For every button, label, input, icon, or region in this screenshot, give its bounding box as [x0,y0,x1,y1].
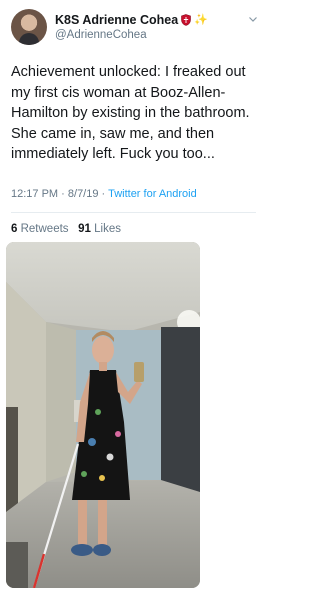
likes-label: Likes [94,223,121,235]
bathroom-selfie-image [6,242,200,588]
meta-separator: · [61,188,65,200]
retweets-count: 6 [11,223,18,235]
divider [11,212,256,213]
likes-count: 91 [78,223,91,235]
likes-stat[interactable]: 91 Likes [78,223,121,235]
avatar[interactable] [11,9,47,45]
sparkles-icon: ✨ [194,13,208,26]
retweets-stat[interactable]: 6 Retweets [11,223,69,235]
tweet-text: Achievement unlocked: I freaked out my f… [11,64,250,162]
shield-icon [181,14,191,26]
tweet-date[interactable]: 8/7/19 [68,188,99,200]
tweet-meta: 12:17 PM · 8/7/19 · Twitter for Android [11,188,197,200]
name-row: K8S Adrienne Cohea ✨ [55,12,208,28]
tweet-time[interactable]: 12:17 PM [11,188,58,200]
meta-separator: · [101,188,106,200]
user-handle[interactable]: @AdrienneCohea [55,29,147,41]
display-name[interactable]: K8S Adrienne Cohea [55,13,178,27]
tweet-source-link[interactable]: Twitter for Android [108,188,197,200]
tweet-header: K8S Adrienne Cohea ✨ @AdrienneCohea [0,0,267,56]
retweets-label: Retweets [20,223,69,235]
tweet-stats: 6 Retweets 91 Likes [11,223,121,235]
tweet-photo[interactable] [6,242,200,588]
chevron-down-icon[interactable] [248,14,258,24]
